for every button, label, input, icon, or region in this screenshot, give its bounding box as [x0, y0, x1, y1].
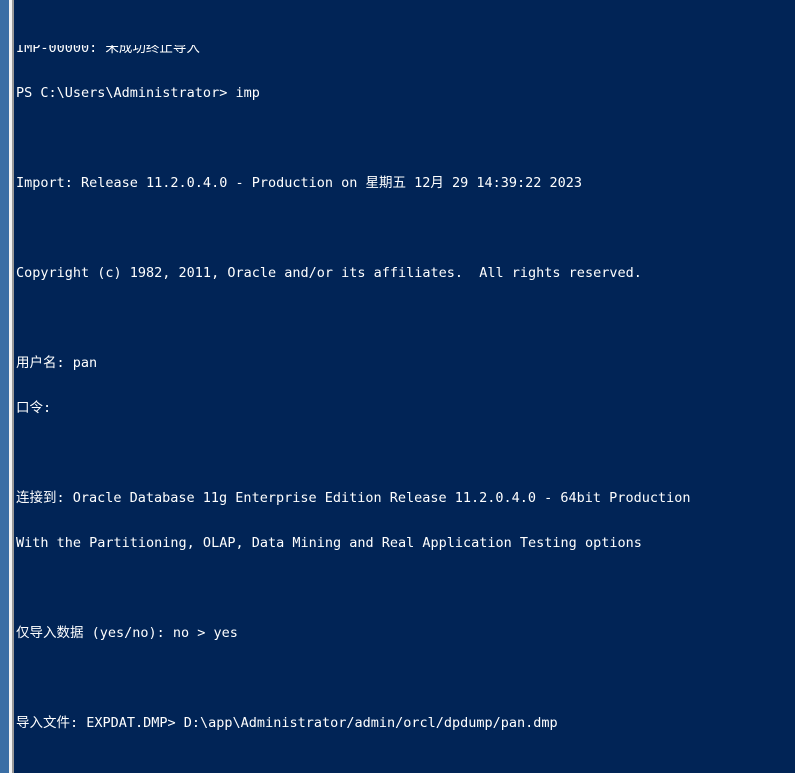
- console-line-db-options: With the Partitioning, OLAP, Data Mining…: [16, 535, 642, 551]
- console-line-import-file-prompt: 导入文件: EXPDAT.DMP> D:\app\Administrator/a…: [16, 715, 558, 731]
- console-line-prompt: PS C:\Users\Administrator> imp: [16, 85, 260, 101]
- vertical-scrollbar[interactable]: [0, 0, 16, 773]
- console-line-error: IMP-00000: 未成功终止导入: [16, 45, 200, 56]
- powershell-console-window[interactable]: IMP-00000: 未成功终止导入 PS C:\Users\Administr…: [0, 0, 795, 773]
- scrollbar-thumb[interactable]: [0, 0, 9, 773]
- console-line-copyright: Copyright (c) 1982, 2011, Oracle and/or …: [16, 265, 642, 281]
- console-line-username-prompt: 用户名: pan: [16, 355, 98, 371]
- console-line-password-prompt: 口令:: [16, 400, 52, 416]
- scrollbar-edge: [14, 0, 16, 773]
- console-line-import-release: Import: Release 11.2.0.4.0 - Production …: [16, 175, 583, 191]
- console-text-output[interactable]: IMP-00000: 未成功终止导入 PS C:\Users\Administr…: [16, 0, 795, 773]
- console-line-connected-to: 连接到: Oracle Database 11g Enterprise Edit…: [16, 490, 691, 506]
- console-line-data-only-prompt: 仅导入数据 (yes/no): no > yes: [16, 625, 238, 641]
